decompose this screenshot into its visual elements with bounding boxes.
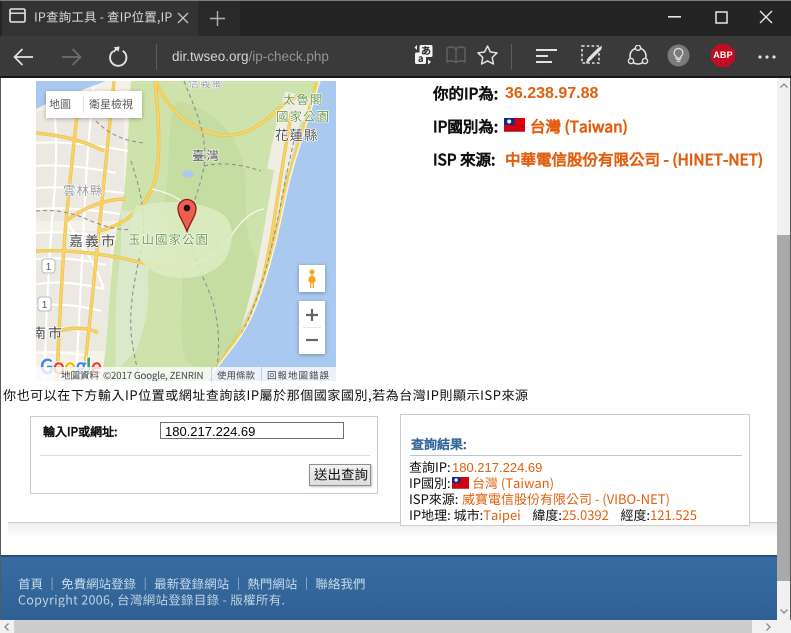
svg-text:1: 1	[42, 300, 48, 311]
svg-text:1: 1	[46, 262, 52, 273]
